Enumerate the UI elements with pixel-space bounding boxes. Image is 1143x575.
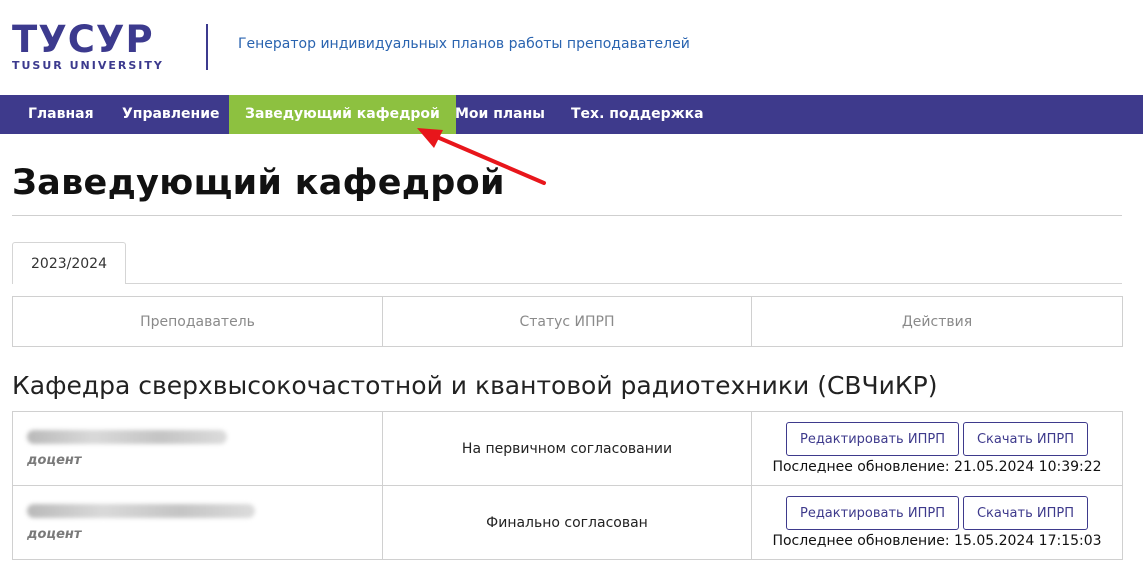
- download-plan-button[interactable]: Скачать ИПРП: [962, 496, 1088, 530]
- nav-item-home[interactable]: Главная: [28, 95, 94, 134]
- actions-cell: Редактировать ИПРП Скачать ИПРП Последне…: [751, 485, 1123, 560]
- tab-divider: [126, 283, 1122, 284]
- nav-item-department-head[interactable]: Заведующий кафедрой: [229, 95, 456, 134]
- table-row: доцент На первичном согласовании Редакти…: [12, 411, 1123, 486]
- teacher-position: доцент: [27, 526, 82, 542]
- actions-cell: Редактировать ИПРП Скачать ИПРП Последне…: [751, 411, 1123, 486]
- logo-subtitle: TUSUR UNIVERSITY: [12, 59, 164, 72]
- column-header-teacher[interactable]: Преподаватель: [12, 296, 383, 347]
- teacher-cell: доцент: [12, 411, 383, 486]
- main-navbar: Главная Управление Заведующий кафедрой М…: [0, 95, 1143, 134]
- teacher-name-redacted: [27, 503, 255, 518]
- teacher-position: доцент: [27, 452, 82, 468]
- plan-status: На первичном согласовании: [382, 411, 752, 486]
- department-plans-table: доцент На первичном согласовании Редакти…: [12, 411, 1123, 560]
- edit-plan-button[interactable]: Редактировать ИПРП: [785, 422, 959, 456]
- teacher-name-redacted: [27, 429, 227, 444]
- table-row: доцент Финально согласован Редактировать…: [12, 485, 1123, 560]
- edit-plan-button[interactable]: Редактировать ИПРП: [785, 496, 959, 530]
- column-header-actions: Действия: [751, 296, 1123, 347]
- nav-item-support[interactable]: Тех. поддержка: [571, 95, 704, 134]
- download-plan-button[interactable]: Скачать ИПРП: [962, 422, 1088, 456]
- last-updated: Последнее обновление: 15.05.2024 17:15:0…: [772, 533, 1102, 549]
- plans-table-header: Преподаватель Статус ИПРП Действия: [12, 296, 1123, 347]
- teacher-cell: доцент: [12, 485, 383, 560]
- logo-wordmark: ТУСУР: [12, 18, 154, 61]
- tusur-logo[interactable]: ТУСУР TUSUR UNIVERSITY: [12, 18, 164, 73]
- tab-academic-year[interactable]: 2023/2024: [12, 242, 126, 284]
- nav-item-management[interactable]: Управление: [122, 95, 220, 134]
- title-divider: [12, 215, 1122, 216]
- department-title: Кафедра сверхвысокочастотной и квантовой…: [12, 371, 938, 400]
- logo-divider: [206, 24, 208, 70]
- site-header: ТУСУР TUSUR UNIVERSITY Генератор индивид…: [0, 0, 1143, 95]
- site-title[interactable]: Генератор индивидуальных планов работы п…: [238, 36, 690, 52]
- page-title: Заведующий кафедрой: [12, 163, 505, 203]
- plan-status: Финально согласован: [382, 485, 752, 560]
- last-updated: Последнее обновление: 21.05.2024 10:39:2…: [772, 459, 1102, 475]
- column-header-status[interactable]: Статус ИПРП: [382, 296, 752, 347]
- nav-item-my-plans[interactable]: Мои планы: [455, 95, 545, 134]
